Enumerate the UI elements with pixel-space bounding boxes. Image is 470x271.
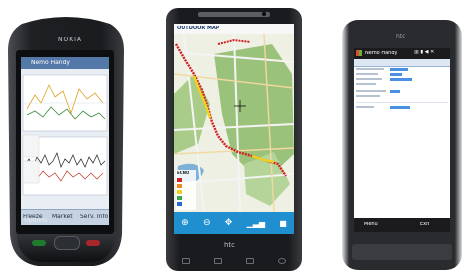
zoom-out-icon[interactable]: ⊖ — [203, 218, 211, 228]
htc-map-legend: ECNO — [176, 170, 196, 210]
htc-map-phone: OUTDOOR MAP ECNO ⊕ ⊖ ✥ ▁▃▅ ■ htc — [164, 8, 304, 271]
nokia-options-label[interactable]: Options — [24, 218, 47, 224]
htc-wm-tab-strip — [354, 59, 450, 67]
nokia-softkey-market[interactable]: Market — [52, 214, 73, 220]
legend-swatch-blue — [177, 202, 182, 206]
htc-wm-data-grid — [356, 68, 448, 128]
nokia-softkey-serv-info[interactable]: Serv. Info — [80, 214, 109, 220]
grid-row — [356, 83, 376, 85]
nokia-graph-area — [21, 69, 109, 209]
legend-title: ECNO — [177, 171, 190, 175]
htc-wm-screen: Nemo Handy ▥ ▮ ◀ ✕ Menu Exit — [354, 48, 450, 232]
htc-wm-title-bar: Nemo Handy ▥ ▮ ◀ ✕ — [354, 48, 450, 59]
zoom-in-icon[interactable]: ⊕ — [181, 218, 189, 228]
grid-highlight — [390, 68, 408, 71]
htc-wm-softkey-exit[interactable]: Exit — [420, 222, 429, 227]
nokia-title-bar: Nemo Handy — [21, 57, 109, 69]
legend-swatch-green — [177, 196, 182, 200]
home-key-icon[interactable] — [182, 258, 190, 264]
status-icons: ▥ ▮ ◀ ✕ — [414, 50, 435, 55]
htc-wm-phone: htc Nemo Handy ▥ ▮ ◀ ✕ Menu Exit — [338, 20, 466, 270]
nokia-navigation-key[interactable] — [54, 236, 80, 250]
windows-start-icon[interactable] — [356, 50, 362, 56]
nokia-brand-logo: NOKIA — [58, 37, 83, 43]
nokia-end-key[interactable] — [86, 240, 100, 246]
grid-highlight — [390, 106, 410, 109]
signal-icon[interactable]: ▁▃▅ — [247, 219, 265, 228]
htc-wm-app-title: Nemo Handy — [365, 51, 398, 56]
htc-map-nav-keys — [182, 258, 286, 264]
nokia-screen: Nemo Handy Freeze Market Serv. Info — [21, 57, 109, 225]
back-key-icon[interactable] — [246, 258, 254, 264]
grid-row — [356, 68, 384, 70]
legend-swatch-red — [177, 178, 182, 182]
search-key-icon[interactable] — [278, 258, 286, 264]
legend-swatch-orange — [177, 184, 182, 188]
grid-row — [356, 95, 380, 97]
htc-map-toolbar: ⊕ ⊖ ✥ ▁▃▅ ■ — [174, 212, 294, 234]
menu-key-icon[interactable] — [214, 258, 222, 264]
legend-swatch-yellow — [177, 190, 182, 194]
htc-map-app-title: OUTDOOR MAP — [177, 26, 220, 31]
grid-row — [356, 90, 386, 92]
htc-map-screen: OUTDOOR MAP ECNO ⊕ ⊖ ✥ ▁▃▅ ■ — [174, 24, 294, 234]
grid-divider — [356, 102, 448, 103]
nokia-app-title: Nemo Handy — [31, 60, 70, 66]
lock-icon[interactable]: ■ — [279, 219, 287, 228]
nokia-phone: NOKIA Nemo Handy Freeze Market Serv. Inf… — [2, 10, 130, 270]
pan-icon[interactable]: ✥ — [225, 218, 233, 228]
nokia-call-key[interactable] — [32, 240, 46, 246]
grid-row — [356, 73, 378, 75]
htc-map-brand-logo: htc — [224, 242, 236, 249]
htc-wm-softkey-menu[interactable]: Menu — [364, 222, 378, 227]
grid-highlight — [390, 90, 400, 93]
htc-wm-brand-logo: htc — [396, 34, 406, 40]
grid-row — [356, 78, 382, 80]
grid-row — [356, 106, 374, 108]
grid-highlight — [390, 73, 402, 76]
htc-wm-softkey-bar: Menu Exit — [354, 218, 450, 232]
grid-highlight — [390, 78, 412, 81]
